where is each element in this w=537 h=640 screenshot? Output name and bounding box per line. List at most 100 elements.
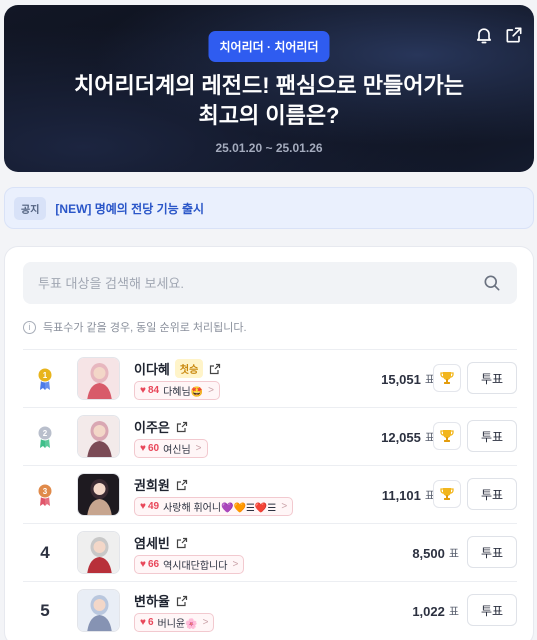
name-line: 이주은 <box>134 417 188 436</box>
fan-nickname: 여신님 <box>163 445 191 456</box>
hero-banner: 치어리더 · 치어리더 치어리더계의 레전드! 팬심으로 만들어가는 최고의 이… <box>4 5 534 172</box>
top-fan-chip[interactable]: ♥ 60 여신님 > <box>134 439 208 458</box>
vote-button[interactable]: 투표 <box>467 536 517 568</box>
avatar[interactable] <box>77 415 120 458</box>
vote-count: 8,500 표 <box>412 524 459 582</box>
medal-rank: 3 <box>43 487 48 496</box>
trophy-icon <box>440 430 454 442</box>
search-input[interactable] <box>23 275 482 291</box>
heart-icon: ♥ <box>140 559 146 570</box>
rank-indicator: 5 <box>33 582 57 640</box>
name-line: 이다혜 첫승 <box>134 359 221 378</box>
medal-icon: 1 <box>37 367 53 390</box>
vote-button[interactable]: 투표 <box>467 594 517 626</box>
page-title: 치어리더계의 레전드! 팬심으로 만들어가는 최고의 이름은? <box>74 73 464 128</box>
search-icon[interactable] <box>482 273 502 293</box>
hall-of-fame-button[interactable] <box>433 480 461 508</box>
candidate-name[interactable]: 염세빈 <box>134 533 170 552</box>
ranking-row: 5 변하율 ♥ 6 버니윤🌸 > 1,022 표 투표 <box>23 581 517 639</box>
profile-photo <box>78 532 119 573</box>
share-icon[interactable] <box>504 25 524 45</box>
avatar[interactable] <box>77 473 120 516</box>
first-win-badge: 첫승 <box>174 359 204 378</box>
vote-number: 15,051 <box>381 371 421 387</box>
fan-level: 60 <box>147 443 160 454</box>
rank-indicator: 4 <box>33 524 57 582</box>
external-link-icon[interactable] <box>176 479 188 491</box>
bell-icon[interactable] <box>474 25 494 45</box>
vote-unit: 표 <box>448 548 459 560</box>
fan-level: 66 <box>147 559 160 570</box>
fan-level: 84 <box>147 385 160 396</box>
top-fan-chip[interactable]: ♥ 49 사랑해 휘어니💜🧡☰❤️☰ > <box>134 497 294 516</box>
notice-bar[interactable]: 공지 [NEW] 명예의 전당 기능 출시 <box>4 187 534 229</box>
rank-indicator: 1 <box>33 350 57 408</box>
name-line: 염세빈 <box>134 533 188 552</box>
hall-of-fame-button[interactable] <box>433 422 461 450</box>
fan-level: 49 <box>147 501 160 512</box>
profile-photo <box>78 416 119 457</box>
heart-icon: ♥ <box>140 617 146 628</box>
fan-nickname: 역시대단합니다 <box>163 561 228 572</box>
medal-rank: 1 <box>43 371 48 380</box>
ranking-row: 1 이다혜 첫승 ♥ 84 다혜님🤩 > 15,051 표 투표 <box>23 349 517 407</box>
notice-text[interactable]: [NEW] 명예의 전당 기능 출시 <box>55 200 204 217</box>
vote-period: 25.01.20 ~ 25.01.26 <box>215 141 323 155</box>
trophy-icon <box>440 372 454 384</box>
avatar[interactable] <box>77 589 120 632</box>
avatar[interactable] <box>77 531 120 574</box>
ranking-row: 2 이주은 ♥ 60 여신님 > 12,055 표 투표 <box>23 407 517 465</box>
top-fan-chip[interactable]: ♥ 84 다혜님🤩 > <box>134 381 220 400</box>
profile-photo <box>78 358 119 399</box>
rank-indicator: 3 <box>33 466 57 524</box>
rank-number: 5 <box>40 601 50 620</box>
rank-number: 4 <box>40 543 50 562</box>
profile-photo <box>78 474 119 515</box>
medal-rank: 2 <box>43 429 48 438</box>
external-link-icon[interactable] <box>176 421 188 433</box>
notice-badge: 공지 <box>14 196 47 220</box>
hall-of-fame-button[interactable] <box>433 364 461 392</box>
rank-indicator: 2 <box>33 408 57 466</box>
candidate-name[interactable]: 이주은 <box>134 417 170 436</box>
vote-count: 11,101 표 <box>382 466 435 524</box>
fan-nickname: 버니윤🌸 <box>157 619 198 630</box>
chevron-right-icon: > <box>208 385 214 396</box>
external-link-icon[interactable] <box>209 363 221 375</box>
vote-button[interactable]: 투표 <box>467 478 517 510</box>
external-link-icon[interactable] <box>176 595 188 607</box>
vote-number: 11,101 <box>381 487 421 503</box>
heart-icon: ♥ <box>140 385 146 396</box>
candidate-name[interactable]: 이다혜 <box>134 359 170 378</box>
fan-nickname: 다혜님🤩 <box>163 387 204 398</box>
chevron-right-icon: > <box>195 443 202 454</box>
ranking-card: i 득표수가 같을 경우, 동일 순위로 처리됩니다. 1 이다혜 첫승 <box>4 246 534 640</box>
vote-number: 1,022 <box>412 603 445 619</box>
top-fan-chip[interactable]: ♥ 6 버니윤🌸 > <box>134 613 215 632</box>
external-link-icon[interactable] <box>176 537 188 549</box>
vote-unit: 표 <box>448 606 459 618</box>
heart-icon: ♥ <box>140 443 146 454</box>
vote-count: 15,051 표 <box>381 350 435 408</box>
trophy-icon <box>440 488 454 500</box>
candidate-name[interactable]: 권희원 <box>134 475 170 494</box>
fan-nickname: 사랑해 휘어니💜🧡☰❤️☰ <box>163 503 277 514</box>
chevron-right-icon: > <box>232 559 239 570</box>
candidate-name[interactable]: 변하율 <box>134 591 170 610</box>
ranking-row: 3 권희원 ♥ 49 사랑해 휘어니💜🧡☰❤️☰ > 11,101 표 투표 <box>23 465 517 523</box>
vote-button[interactable]: 투표 <box>467 362 517 394</box>
hint-text: 득표수가 같을 경우, 동일 순위로 처리됩니다. <box>43 322 247 334</box>
vote-button[interactable]: 투표 <box>467 420 517 452</box>
name-line: 변하율 <box>134 591 188 610</box>
info-icon: i <box>23 320 36 334</box>
chevron-right-icon: > <box>281 501 288 512</box>
top-fan-chip[interactable]: ♥ 66 역시대단합니다 > <box>134 555 245 574</box>
tie-rule-hint: i 득표수가 같을 경우, 동일 순위로 처리됩니다. <box>23 319 247 335</box>
vote-count: 12,055 표 <box>381 408 435 466</box>
fan-level: 6 <box>147 617 154 628</box>
ranking-row: 4 염세빈 ♥ 66 역시대단합니다 > 8,500 표 투표 <box>23 523 517 581</box>
avatar[interactable] <box>77 357 120 400</box>
vote-count: 1,022 표 <box>412 582 459 640</box>
category-tag: 치어리더 · 치어리더 <box>208 31 330 62</box>
vote-number: 8,500 <box>412 545 445 561</box>
